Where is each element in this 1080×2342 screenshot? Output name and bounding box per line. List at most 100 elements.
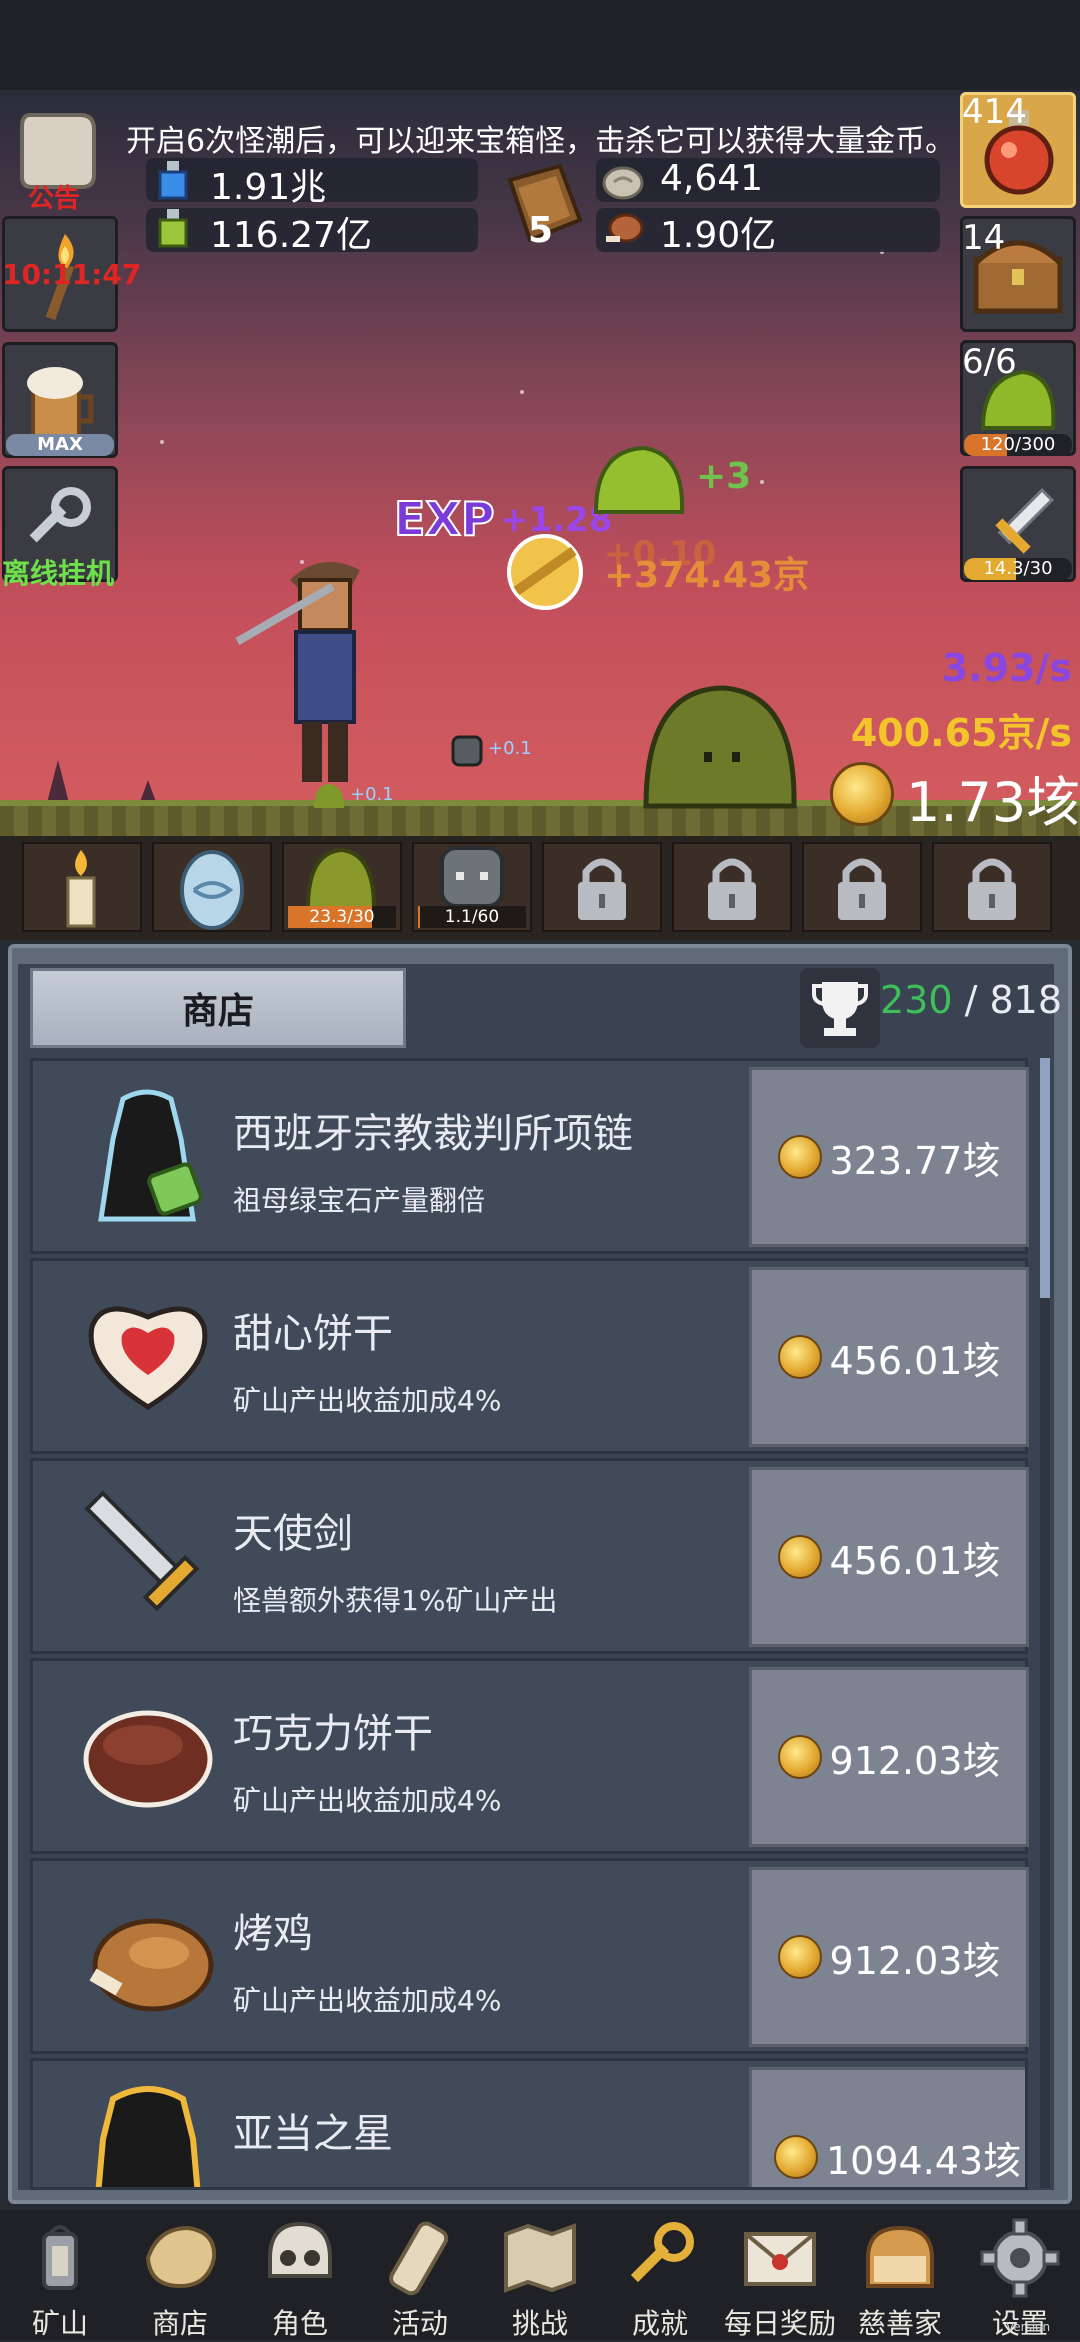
shop-item-row[interactable]: 亚当之星 1094.43垓: [30, 2058, 1028, 2190]
torch-timer: 10:11:47: [2, 258, 142, 291]
coin-icon: [777, 1335, 822, 1379]
nav-label: 慈善家: [857, 2307, 942, 2340]
buy-price: 1094.43垓: [826, 2138, 1022, 2183]
slime-gain: +3: [696, 456, 752, 497]
map-icon: [504, 2223, 576, 2293]
exp-label: EXP: [393, 491, 496, 547]
shop-item-row[interactable]: 巧克力饼干 矿山产出收益加成4% 912.03垓: [30, 1658, 1029, 1854]
slime-enemy-small[interactable]: [312, 782, 346, 810]
buy-button[interactable]: 912.03垓: [749, 1667, 1029, 1847]
slot-progress-text: 23.3/30: [309, 907, 375, 927]
small-gain: +0.1: [488, 738, 532, 759]
buy-button[interactable]: 456.01垓: [749, 1267, 1029, 1447]
golden-key-icon: [630, 2222, 694, 2283]
coin-icon: [777, 1135, 822, 1179]
gold-gain: +374.43京: [604, 555, 810, 596]
item-description: 怪兽额外获得1%矿山产出: [233, 1584, 558, 1617]
roast-chicken-icon: [73, 1879, 223, 2029]
slime-enemy[interactable]: [640, 682, 800, 810]
buy-price: 323.77垓: [829, 1138, 1001, 1183]
slot-locked[interactable]: [542, 842, 662, 932]
nav-item-challenge[interactable]: 挑战: [480, 2210, 600, 2340]
slot-locked[interactable]: [932, 842, 1052, 932]
nav-label: 挑战: [511, 2307, 568, 2340]
slot-candle[interactable]: [22, 842, 142, 932]
gold-drop-icon: [507, 534, 583, 610]
shop-item-row[interactable]: 烤鸡 矿山产出收益加成4% 912.03垓: [30, 1858, 1029, 2054]
star-of-adam-icon: [73, 2079, 223, 2187]
lock-icon: [708, 858, 756, 920]
necklace-icon: [73, 1079, 223, 1229]
blue-potion-icon: [158, 161, 188, 200]
nav-item-events[interactable]: 活动: [360, 2210, 480, 2340]
slot-egg[interactable]: [152, 842, 272, 932]
shop-item-row[interactable]: 西班牙宗教裁判所项链 祖母绿宝石产量翻倍 323.77垓: [30, 1058, 1029, 1254]
nav-item-mine[interactable]: 矿山: [0, 2210, 120, 2340]
item-title: 亚当之星: [233, 2111, 393, 2157]
star: [760, 480, 764, 484]
shop-item-row[interactable]: 天使剑 怪兽额外获得1%矿山产出 456.01垓: [30, 1458, 1029, 1654]
trophy-count: 230 / 818: [880, 978, 1062, 1022]
buy-button[interactable]: 456.01垓: [749, 1467, 1029, 1647]
item-description: 矿山产出收益加成4%: [233, 1384, 502, 1417]
meat-icon: [606, 213, 644, 243]
nav-label: 角色: [271, 2307, 328, 2340]
shop-item-row[interactable]: 甜心饼干 矿山产出收益加成4% 456.01垓: [30, 1258, 1029, 1454]
slot-locked[interactable]: [672, 842, 792, 932]
coin-icon: [774, 2135, 818, 2179]
chocolate-cookie-icon: [73, 1679, 223, 1829]
nav-label: 商店: [151, 2307, 208, 2340]
item-title: 甜心饼干: [233, 1311, 393, 1357]
star: [520, 390, 524, 394]
buy-button[interactable]: 323.77垓: [749, 1067, 1029, 1247]
lantern-icon: [42, 2225, 78, 2290]
slime-progress-bar: 120/300: [964, 434, 1072, 456]
egg-icon: [180, 850, 244, 930]
zombie-enemy-small[interactable]: [450, 734, 484, 768]
small-gain: +0.1: [350, 784, 394, 805]
slot-zombie[interactable]: 1.1/60: [412, 842, 532, 932]
slot-locked[interactable]: [802, 842, 922, 932]
chest-count: 14: [962, 218, 1006, 258]
slot-progress-text: 1.1/60: [444, 907, 500, 927]
nav-label: 每日奖励: [723, 2307, 836, 2340]
meat-value: 1.90亿: [660, 215, 777, 256]
gold-coin-icon: [830, 762, 894, 826]
sword-progress-bar: 14.3/30: [964, 558, 1072, 580]
green-potion-value: 116.27亿: [210, 215, 372, 256]
buy-button[interactable]: 912.03垓: [749, 1867, 1029, 2047]
zombie-icon: [440, 846, 504, 908]
item-title: 烤鸡: [233, 1911, 313, 1957]
slot-slime[interactable]: 23.3/30: [282, 842, 402, 932]
beer-max-badge: MAX: [6, 434, 114, 456]
scrollbar-thumb[interactable]: [1040, 1058, 1050, 1298]
sword-icon: [995, 487, 1055, 554]
coin-icon: [777, 1535, 822, 1579]
buy-button[interactable]: 1094.43垓: [749, 2067, 1025, 2187]
stone-icon: [602, 166, 644, 200]
gold-rate: 400.65京/s: [850, 711, 1072, 755]
item-title: 西班牙宗教裁判所项链: [233, 1111, 633, 1157]
hero-character[interactable]: [230, 540, 390, 800]
nav-item-philanthropist[interactable]: 慈善家: [840, 2210, 960, 2340]
trophy-icon: [800, 968, 880, 1048]
exp-rate: 3.93/s: [941, 646, 1072, 690]
lock-icon: [578, 858, 626, 920]
nav-item-character[interactable]: 角色: [240, 2210, 360, 2340]
sword-progress-text: 14.3/30: [983, 558, 1053, 579]
nav-label: 活动: [391, 2307, 448, 2340]
beer-icon: [27, 367, 94, 441]
slime-count: 6/6: [962, 342, 1017, 382]
nav-item-daily-reward[interactable]: 每日奖励: [720, 2210, 840, 2340]
nav-item-achievements[interactable]: 成就: [600, 2210, 720, 2340]
trophy-current: 230: [880, 978, 953, 1022]
item-title: 天使剑: [233, 1511, 353, 1557]
announcement-label: 公告: [28, 184, 81, 214]
shop-tab[interactable]: 商店: [30, 968, 406, 1048]
nav-item-shop[interactable]: 商店: [120, 2210, 240, 2340]
blue-potion-value: 1.91兆: [210, 167, 327, 208]
item-title: 巧克力饼干: [233, 1711, 433, 1757]
stone-value: 4,641: [660, 158, 764, 199]
angel-sword-icon: [73, 1479, 223, 1629]
scroll-icon: [389, 2221, 449, 2296]
